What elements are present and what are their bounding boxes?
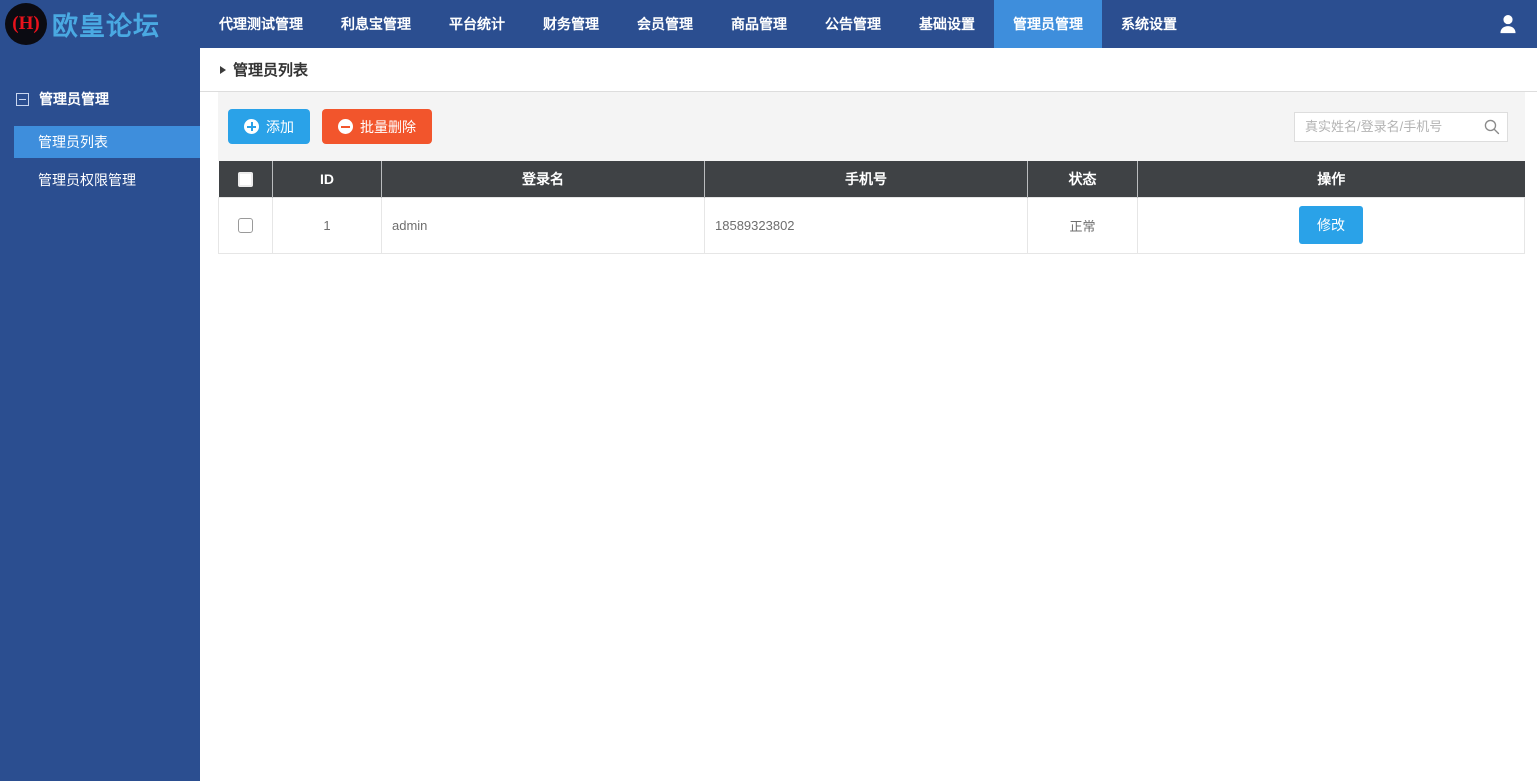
top-navigation-bar: (H) 欧皇论坛 代理测试管理 利息宝管理 平台统计 财务管理 会员管理 商品管… xyxy=(0,0,1537,48)
sidebar-section-admin-management[interactable]: 管理员管理 xyxy=(0,48,200,126)
user-avatar-icon[interactable] xyxy=(1497,13,1519,35)
sidebar-section-label: 管理员管理 xyxy=(39,89,109,109)
add-button[interactable]: 添加 xyxy=(228,109,310,144)
search-icon[interactable] xyxy=(1483,118,1501,141)
collapse-minus-icon[interactable] xyxy=(16,93,29,106)
select-all-checkbox[interactable] xyxy=(238,172,253,187)
batch-delete-button[interactable]: 批量删除 xyxy=(322,109,432,144)
cell-status: 正常 xyxy=(1028,197,1138,253)
add-button-label: 添加 xyxy=(266,117,294,137)
nav-item-admin-management[interactable]: 管理员管理 xyxy=(994,0,1102,48)
nav-item-basic-settings[interactable]: 基础设置 xyxy=(900,0,994,48)
content-panel: 添加 批量删除 xyxy=(218,92,1525,254)
main-menu: 代理测试管理 利息宝管理 平台统计 财务管理 会员管理 商品管理 公告管理 基础… xyxy=(200,0,1196,48)
table-row: 1 admin 18589323802 正常 修改 xyxy=(219,197,1525,253)
table-header-phone: 手机号 xyxy=(705,161,1028,197)
cell-phone: 18589323802 xyxy=(705,197,1028,253)
edit-button[interactable]: 修改 xyxy=(1299,206,1363,244)
sidebar-item-admin-permissions[interactable]: 管理员权限管理 xyxy=(14,164,200,196)
sidebar-item-admin-list[interactable]: 管理员列表 xyxy=(14,126,200,158)
plus-circle-icon xyxy=(244,119,259,134)
row-checkbox-cell xyxy=(219,197,273,253)
nav-item-lixibao[interactable]: 利息宝管理 xyxy=(322,0,430,48)
breadcrumb: 管理员列表 xyxy=(200,48,1537,92)
admin-table: ID 登录名 手机号 状态 操作 1 admin 1858932380 xyxy=(218,161,1525,254)
search-box xyxy=(1294,112,1508,142)
header-select-all xyxy=(219,161,273,197)
main-content: 管理员列表 添加 批量删除 xyxy=(200,48,1537,781)
nav-item-members[interactable]: 会员管理 xyxy=(618,0,712,48)
table-header-status: 状态 xyxy=(1028,161,1138,197)
nav-item-announcements[interactable]: 公告管理 xyxy=(806,0,900,48)
nav-item-platform-stats[interactable]: 平台统计 xyxy=(430,0,524,48)
logo-circle-icon: (H) xyxy=(5,3,47,45)
cell-id: 1 xyxy=(273,197,382,253)
search-input[interactable] xyxy=(1294,112,1508,142)
page-title: 管理员列表 xyxy=(233,59,308,80)
nav-item-products[interactable]: 商品管理 xyxy=(712,0,806,48)
breadcrumb-arrow-icon xyxy=(220,66,226,74)
table-header-row: ID 登录名 手机号 状态 操作 xyxy=(219,161,1525,197)
sidebar: 管理员管理 管理员列表 管理员权限管理 xyxy=(0,48,200,781)
table-header-login: 登录名 xyxy=(382,161,705,197)
minus-circle-icon xyxy=(338,119,353,134)
cell-login: admin xyxy=(382,197,705,253)
brand-logo: (H) 欧皇论坛 xyxy=(0,0,200,48)
logo-monogram: (H) xyxy=(12,13,39,35)
nav-item-system-settings[interactable]: 系统设置 xyxy=(1102,0,1196,48)
batch-delete-label: 批量删除 xyxy=(360,117,416,137)
site-title: 欧皇论坛 xyxy=(52,6,160,43)
nav-item-agent-test[interactable]: 代理测试管理 xyxy=(200,0,322,48)
table-header-actions: 操作 xyxy=(1138,161,1525,197)
table-header-id: ID xyxy=(273,161,382,197)
row-checkbox[interactable] xyxy=(238,218,253,233)
toolbar: 添加 批量删除 xyxy=(218,92,1525,161)
cell-actions: 修改 xyxy=(1138,197,1525,253)
nav-item-finance[interactable]: 财务管理 xyxy=(524,0,618,48)
